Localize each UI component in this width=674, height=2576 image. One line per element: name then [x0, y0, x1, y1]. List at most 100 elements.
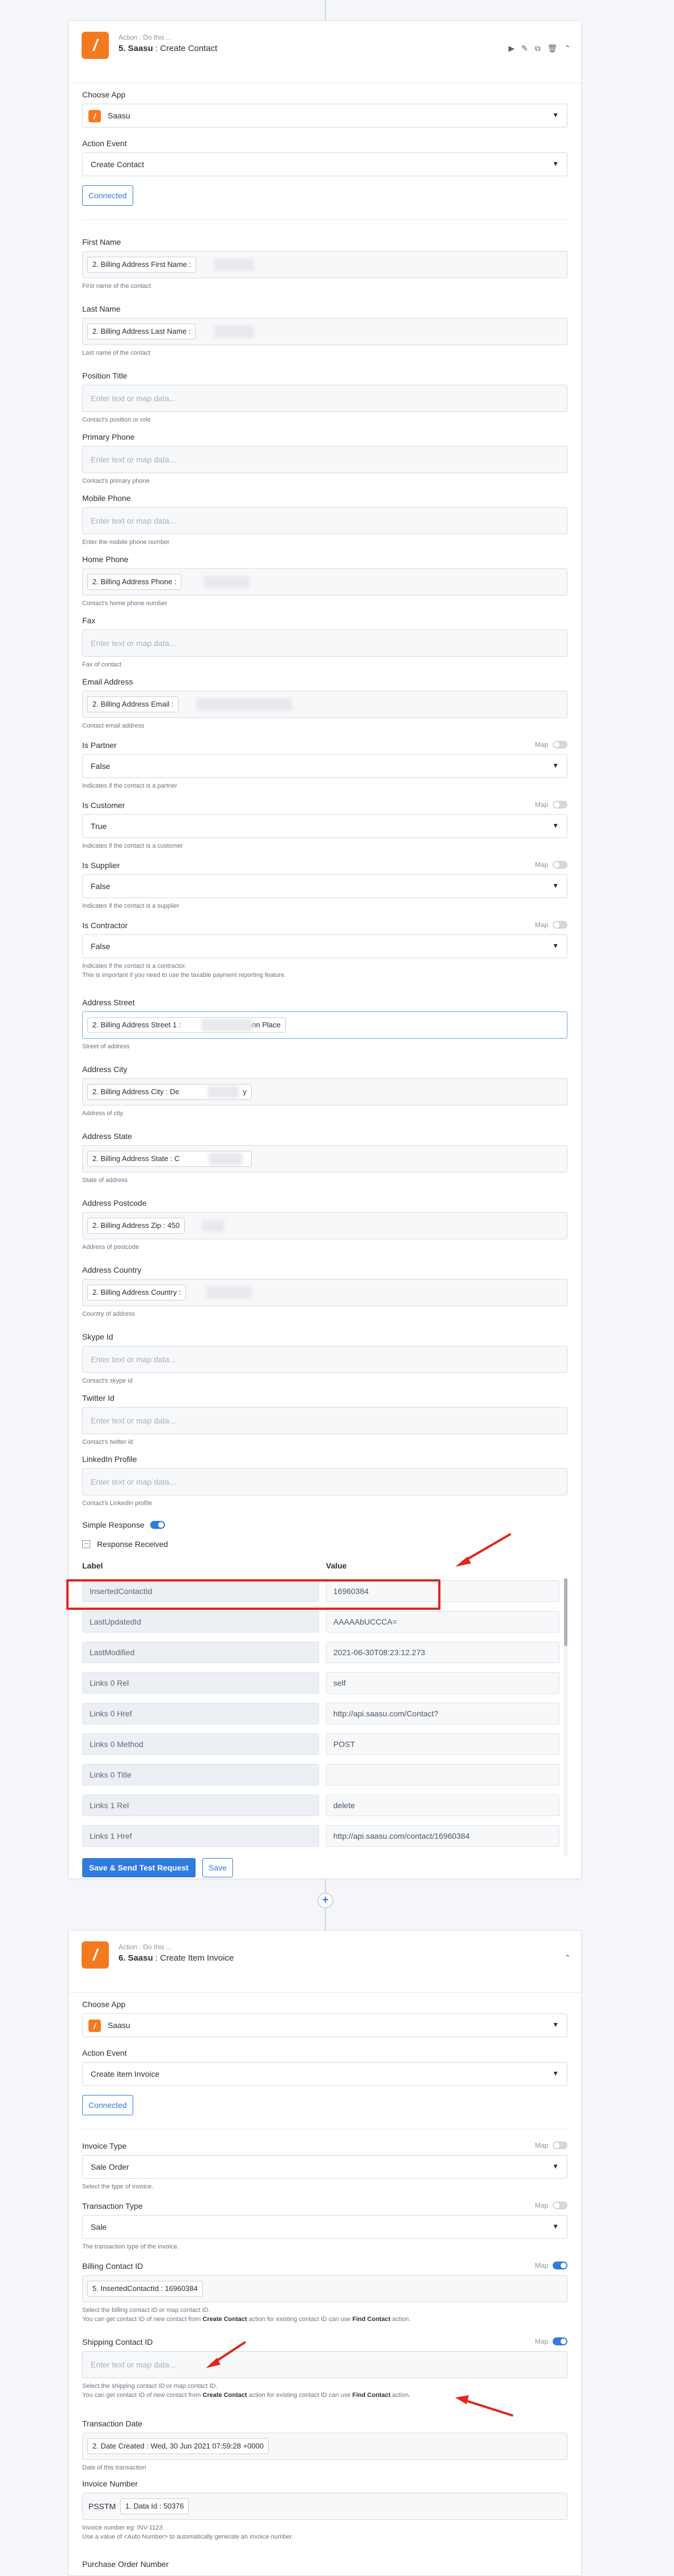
connected-button[interactable]: Connected [82, 2095, 133, 2115]
choose-app-select[interactable]: / Saasu ▼ [82, 2013, 567, 2037]
is-partner-select[interactable]: False ▼ [82, 754, 567, 778]
is-customer-select[interactable]: True ▼ [82, 814, 567, 838]
card-header[interactable]: / Action : Do this ... 6. Saasu : Create… [69, 1931, 581, 1993]
chevron-down-icon: ▼ [552, 2021, 559, 2029]
chevron-down-icon: ▼ [552, 882, 559, 890]
map-toggle[interactable]: Map [535, 2337, 567, 2345]
map-toggle[interactable]: Map [535, 741, 567, 749]
primary-phone-input[interactable]: Enter text or map data... [82, 446, 567, 473]
fax-input[interactable]: Enter text or map data... [82, 630, 567, 657]
shipping-contact-input[interactable]: Enter text or map data... [82, 2351, 567, 2378]
choose-app-select[interactable]: / Saasu ▼ [82, 104, 567, 127]
address-street-token[interactable]: 2. Billing Address Street 1 : nnn Place [87, 1017, 286, 1033]
linkedin-input[interactable]: Enter text or map data... [82, 1468, 567, 1495]
collapse-icon[interactable]: ⌃ [564, 1953, 571, 1963]
last-name-token[interactable]: 2. Billing Address Last Name : [87, 324, 196, 339]
chevron-down-icon: ▼ [552, 2069, 559, 2077]
address-postcode-label: Address Postcode [82, 1198, 147, 1208]
position-title-input[interactable]: Enter text or map data... [82, 385, 567, 412]
home-phone-token[interactable]: 2. Billing Address Phone : [87, 574, 182, 590]
saasu-app-icon: / [88, 110, 101, 122]
map-toggle[interactable]: Map [535, 801, 567, 809]
response-value-cell[interactable]: http://api.saasu.com/contact/16960384 [326, 1825, 559, 1847]
response-value-cell[interactable]: delete [326, 1795, 559, 1816]
skype-id-label: Skype Id [82, 1332, 113, 1341]
address-city-help: Address of city [82, 1110, 124, 1117]
last-name-input[interactable]: 2. Billing Address Last Name : [82, 318, 567, 345]
is-partner-help: Indicates if the contact is a partner [82, 783, 177, 789]
map-toggle[interactable]: Map [535, 861, 567, 869]
invoice-number-token[interactable]: 1. Data Id : 50376 [120, 2498, 189, 2514]
address-country-input[interactable]: 2. Billing Address Country : [82, 1279, 567, 1306]
response-value-cell[interactable]: http://api.saasu.com/Contact? [326, 1703, 559, 1724]
map-switch[interactable] [553, 2262, 567, 2269]
transaction-date-token[interactable]: 2. Date Created : Wed, 30 Jun 2021 07:59… [87, 2438, 269, 2454]
response-value-cell[interactable] [326, 1764, 559, 1786]
address-postcode-token[interactable]: 2. Billing Address Zip : 450 [87, 1218, 185, 1234]
response-scrollbar[interactable] [564, 1578, 567, 1856]
response-value-cell[interactable]: self [326, 1672, 559, 1694]
is-contractor-select[interactable]: False ▼ [82, 934, 567, 958]
delete-icon[interactable]: 🗑 [547, 44, 557, 53]
mobile-phone-input[interactable]: Enter text or map data... [82, 507, 567, 534]
first-name-help: First name of the contact [82, 283, 151, 290]
map-toggle[interactable]: Map [535, 921, 567, 929]
connected-button[interactable]: Connected [82, 185, 133, 206]
home-phone-field: Home Phone 2. Billing Address Phone : Co… [82, 555, 567, 617]
save-and-send-test-button[interactable]: Save & Send Test Request [82, 1858, 196, 1877]
transaction-date-input[interactable]: 2. Date Created : Wed, 30 Jun 2021 07:59… [82, 2433, 567, 2460]
response-row: Links 0 Href http://api.saasu.com/Contact… [82, 1703, 567, 1725]
collapse-icon[interactable]: ⌃ [564, 44, 571, 53]
address-postcode-input[interactable]: 2. Billing Address Zip : 450 [82, 1212, 567, 1239]
first-name-token[interactable]: 2. Billing Address First Name : [87, 257, 197, 273]
map-switch[interactable] [553, 801, 567, 809]
save-button[interactable]: Save [202, 1858, 233, 1877]
twitter-id-input[interactable]: Enter text or map data... [82, 1407, 567, 1434]
simple-response-toggle[interactable] [150, 1521, 165, 1529]
invoice-number-input[interactable]: PSSTM 1. Data Id : 50376 [82, 2493, 567, 2520]
email-input[interactable]: 2. Billing Address Email : [82, 691, 567, 718]
is-supplier-select[interactable]: False ▼ [82, 874, 567, 898]
invoice-type-select[interactable]: Sale Order ▼ [82, 2155, 567, 2179]
email-token[interactable]: 2. Billing Address Email : [87, 696, 179, 712]
map-switch[interactable] [553, 2201, 567, 2209]
action-event-select[interactable]: Create Contact ▼ [82, 152, 567, 176]
response-value-cell[interactable]: 2021-06-30T08:23:12.273 [326, 1642, 559, 1663]
card-header[interactable]: / Action : Do this ... 5. Saasu : Create… [69, 21, 581, 83]
copy-icon[interactable]: ⧉ [535, 44, 540, 53]
response-value-cell[interactable]: POST [326, 1733, 559, 1755]
transaction-type-select[interactable]: Sale ▼ [82, 2215, 567, 2239]
invoice-number-prefix: PSSTM [88, 2502, 116, 2511]
map-switch[interactable] [553, 921, 567, 929]
card-action-name: : Create Item Invoice [155, 1953, 234, 1963]
home-phone-input[interactable]: 2. Billing Address Phone : [82, 568, 567, 596]
skype-id-input[interactable]: Enter text or map data... [82, 1346, 567, 1373]
map-switch[interactable] [553, 2141, 567, 2149]
response-value-cell[interactable]: AAAAAbUCCCA= [326, 1611, 559, 1633]
map-toggle[interactable]: Map [535, 2262, 567, 2269]
mobile-phone-help: Enter the mobile phone number [82, 539, 170, 546]
collapse-box-icon[interactable]: − [82, 1540, 90, 1548]
map-label: Map [535, 2337, 548, 2345]
map-label: Map [535, 2201, 548, 2209]
address-street-input[interactable]: 2. Billing Address Street 1 : nnn Place [82, 1011, 567, 1039]
address-country-token[interactable]: 2. Billing Address Country : [87, 1285, 186, 1300]
address-city-input[interactable]: 2. Billing Address City : De y [82, 1078, 567, 1106]
first-name-input[interactable]: 2. Billing Address First Name : [82, 251, 567, 278]
billing-contact-input[interactable]: 5. InsertedContactId : 16960384 [82, 2275, 567, 2302]
add-step-plus-icon[interactable]: + [317, 1893, 333, 1908]
action-event-select[interactable]: Create Item Invoice ▼ [82, 2062, 567, 2086]
map-label: Map [535, 2262, 548, 2269]
address-state-input[interactable]: 2. Billing Address State : C [82, 1145, 567, 1172]
map-switch[interactable] [553, 2337, 567, 2345]
red-arrow-icon [206, 2341, 247, 2368]
response-label-cell: Links 0 Href [82, 1703, 319, 1724]
map-toggle[interactable]: Map [535, 2201, 567, 2209]
video-icon[interactable]: ▶ [508, 44, 515, 53]
map-switch[interactable] [553, 741, 567, 749]
map-toggle[interactable]: Map [535, 2141, 567, 2149]
response-received-row[interactable]: − Response Received [82, 1540, 168, 1549]
billing-contact-token[interactable]: 5. InsertedContactId : 16960384 [87, 2281, 203, 2297]
edit-icon[interactable]: ✎ [522, 44, 528, 53]
map-switch[interactable] [553, 861, 567, 869]
